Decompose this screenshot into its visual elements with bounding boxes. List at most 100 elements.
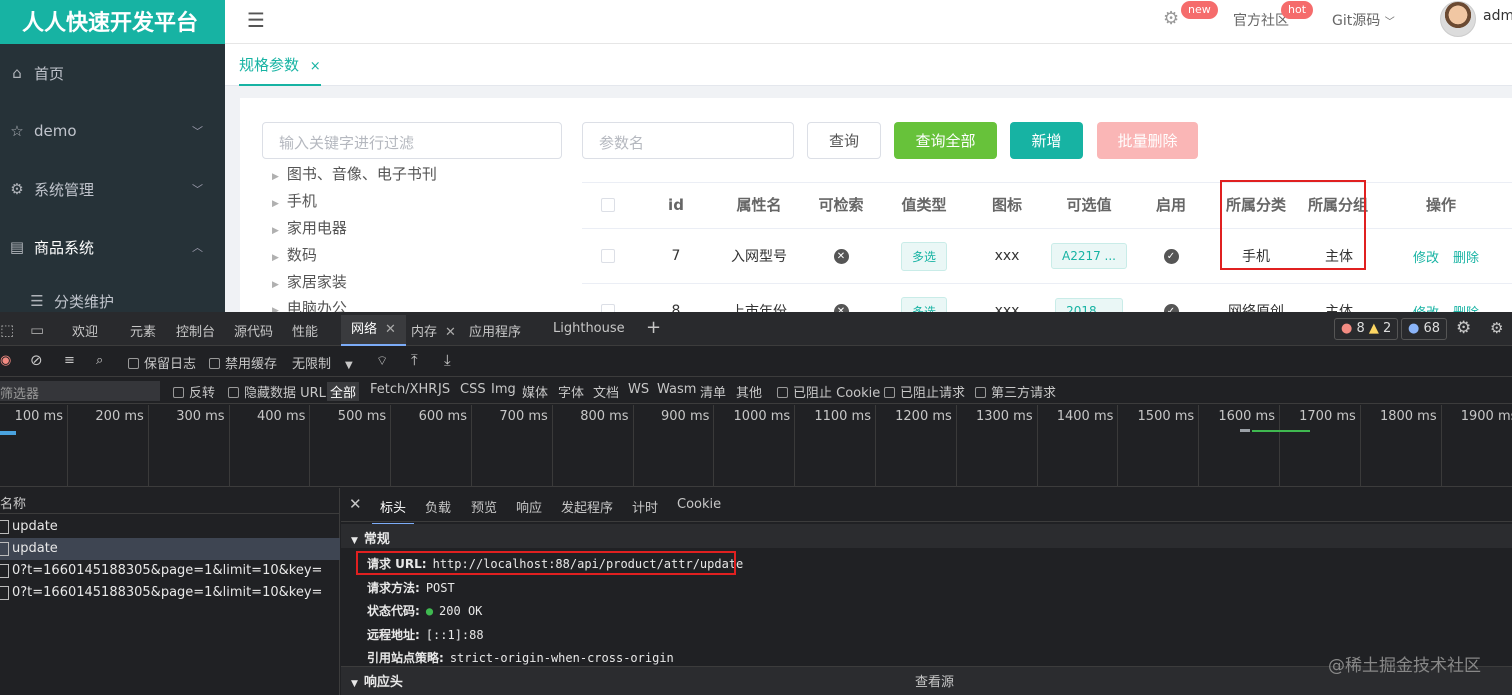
username[interactable]: adm bbox=[1483, 8, 1512, 24]
tab-timing[interactable]: 计时 bbox=[632, 497, 658, 516]
tree-node[interactable]: ▶ 家用电器 bbox=[272, 217, 347, 238]
tab-response[interactable]: 响应 bbox=[516, 497, 542, 516]
sidebar-item-system[interactable]: ⚙ 系统管理 ﹀ bbox=[0, 160, 225, 218]
inspect-icon[interactable]: ⬚ bbox=[0, 321, 14, 339]
tab-lighthouse[interactable]: Lighthouse bbox=[553, 321, 625, 336]
general-section-header[interactable]: ▼ 常规 bbox=[341, 524, 1512, 548]
messages-counter[interactable]: ● 68 bbox=[1401, 318, 1448, 340]
blocked-requests-checkbox[interactable]: 已阻止请求 bbox=[884, 382, 965, 401]
view-source-link[interactable]: 查看源 bbox=[915, 671, 954, 690]
tab-elements[interactable]: 元素 bbox=[130, 321, 156, 340]
type-filter-other[interactable]: 其他 bbox=[736, 382, 762, 401]
tab-label: 网络 bbox=[351, 322, 378, 337]
type-filter-all[interactable]: 全部 bbox=[327, 382, 360, 401]
cell-type: 多选 bbox=[882, 284, 966, 312]
row-checkbox[interactable] bbox=[601, 249, 615, 263]
close-icon[interactable]: × bbox=[310, 59, 321, 74]
tree-node[interactable]: ▶ 手机 bbox=[272, 190, 317, 211]
row-checkbox[interactable] bbox=[601, 304, 615, 312]
tab-preview[interactable]: 预览 bbox=[471, 497, 497, 516]
issues-counter[interactable]: ● 8 ▲ 2 bbox=[1334, 318, 1399, 340]
star-icon: ☆ bbox=[10, 122, 24, 140]
type-filter-img[interactable]: Img bbox=[491, 382, 516, 397]
type-filter-font[interactable]: 字体 bbox=[558, 382, 584, 401]
batch-delete-button[interactable]: 批量删除 bbox=[1097, 122, 1198, 159]
settings-icon[interactable]: ⚙ bbox=[1163, 8, 1179, 29]
tab-network[interactable]: 网络 ✕ bbox=[341, 315, 406, 346]
search-icon[interactable]: ⌕ bbox=[96, 353, 103, 368]
hide-data-url-checkbox[interactable]: 隐藏数据 URL bbox=[228, 382, 326, 401]
tab-performance[interactable]: 性能 bbox=[292, 321, 318, 340]
type-filter-media[interactable]: 媒体 bbox=[522, 382, 548, 401]
timeline-tick-label: 200 ms bbox=[95, 409, 144, 424]
type-filter-wasm[interactable]: Wasm bbox=[657, 382, 696, 397]
tree-node[interactable]: ▶ 家居家装 bbox=[272, 271, 347, 292]
select-all-checkbox[interactable] bbox=[601, 197, 615, 212]
invert-checkbox[interactable]: 反转 bbox=[173, 382, 215, 401]
sidebar-item-product[interactable]: ▤ 商品系统 ︿ bbox=[0, 218, 225, 276]
preserve-log-checkbox[interactable]: 保留日志 bbox=[128, 353, 196, 372]
tab-cookies[interactable]: Cookie bbox=[677, 497, 721, 512]
disable-cache-checkbox[interactable]: 禁用缓存 bbox=[209, 353, 277, 372]
third-party-checkbox[interactable]: 第三方请求 bbox=[975, 382, 1056, 401]
close-icon[interactable]: ✕ bbox=[445, 325, 456, 340]
general-row: 状态代码: ● 200 OK bbox=[367, 602, 482, 619]
tab-payload[interactable]: 负载 bbox=[425, 497, 451, 516]
request-row[interactable]: 0?t=1660145188305&page=1&limit=10&key= bbox=[0, 582, 340, 604]
upload-icon[interactable]: ⤒ bbox=[411, 351, 418, 369]
type-filter-manifest[interactable]: 清单 bbox=[700, 382, 726, 401]
close-icon[interactable]: ✕ bbox=[385, 322, 396, 337]
tab-headers[interactable]: 标头 bbox=[372, 497, 415, 525]
sidebar-item-demo[interactable]: ☆ demo ﹀ bbox=[0, 102, 225, 160]
tab-application[interactable]: 应用程序 bbox=[469, 321, 521, 340]
tab-console[interactable]: 控制台 bbox=[176, 321, 215, 340]
query-button[interactable]: 查询 bbox=[807, 122, 881, 159]
throttle-select[interactable]: 无限制 ▼ bbox=[292, 353, 353, 372]
tab-sources[interactable]: 源代码 bbox=[234, 321, 273, 340]
network-conditions-icon[interactable]: ⌔ bbox=[376, 353, 388, 369]
tab-initiator[interactable]: 发起程序 bbox=[561, 497, 613, 516]
tree-filter-input[interactable]: 输入关键字进行过滤 bbox=[262, 122, 562, 159]
delete-link[interactable]: 删除 bbox=[1453, 302, 1479, 313]
request-row[interactable]: 0?t=1660145188305&page=1&limit=10&key= bbox=[0, 560, 340, 582]
remote-devices-icon[interactable]: ⚙ bbox=[1490, 319, 1503, 337]
delete-link[interactable]: 删除 bbox=[1453, 247, 1479, 266]
network-filter-input[interactable]: 筛选器 bbox=[0, 381, 160, 402]
type-filter-css[interactable]: CSS bbox=[460, 382, 486, 397]
settings-icon[interactable]: ⚙ bbox=[1456, 318, 1471, 338]
record-icon[interactable]: ◉ bbox=[0, 353, 11, 368]
tab-welcome[interactable]: 欢迎 bbox=[72, 321, 98, 340]
close-icon[interactable]: ✕ bbox=[349, 495, 362, 513]
general-value: [::1]:88 bbox=[425, 628, 484, 642]
name-column-header[interactable]: 名称 bbox=[0, 488, 340, 514]
param-name-input[interactable]: 参数名 bbox=[582, 122, 794, 159]
tree-node[interactable]: ▶ 数码 bbox=[272, 244, 317, 265]
clear-icon[interactable]: ⊘ bbox=[30, 351, 43, 369]
type-filter-js[interactable]: JS bbox=[438, 382, 450, 397]
menu-toggle-icon[interactable]: ☰ bbox=[247, 8, 265, 32]
type-filter-xhr[interactable]: Fetch/XHR bbox=[370, 382, 437, 397]
sidebar-item-category[interactable]: ☰ 分类维护 bbox=[0, 272, 225, 312]
sidebar-item-home[interactable]: ⌂ 首页 bbox=[0, 44, 225, 102]
warning-icon: ▲ bbox=[1368, 321, 1379, 336]
query-all-button[interactable]: 查询全部 bbox=[894, 122, 997, 159]
device-toggle-icon[interactable]: ▭ bbox=[30, 321, 44, 339]
tab-spec-params[interactable]: 规格参数 × bbox=[239, 44, 321, 86]
avatar[interactable] bbox=[1440, 1, 1476, 37]
git-link[interactable]: Git源码 ﹀ bbox=[1332, 10, 1395, 30]
request-row[interactable]: update bbox=[0, 538, 340, 560]
timeline-tick-label: 1100 ms bbox=[814, 409, 871, 424]
add-tab-icon[interactable]: + bbox=[646, 317, 661, 338]
type-filter-ws[interactable]: WS bbox=[628, 382, 649, 397]
blocked-cookies-checkbox[interactable]: 已阻止 Cookie bbox=[777, 382, 880, 401]
type-filter-doc[interactable]: 文档 bbox=[593, 382, 619, 401]
edit-link[interactable]: 修改 bbox=[1413, 247, 1439, 266]
tab-memory[interactable]: 内存 ✕ bbox=[411, 321, 456, 340]
add-button[interactable]: 新增 bbox=[1010, 122, 1083, 159]
tree-node[interactable]: ▶ 图书、音像、电子书刊 bbox=[272, 163, 437, 184]
edit-link[interactable]: 修改 bbox=[1413, 302, 1439, 313]
filter-icon[interactable]: ≡ bbox=[64, 353, 75, 368]
tree-node[interactable]: ▶ 电脑办公 bbox=[272, 297, 347, 312]
request-row[interactable]: update bbox=[0, 516, 340, 538]
download-icon[interactable]: ⤓ bbox=[444, 351, 451, 369]
